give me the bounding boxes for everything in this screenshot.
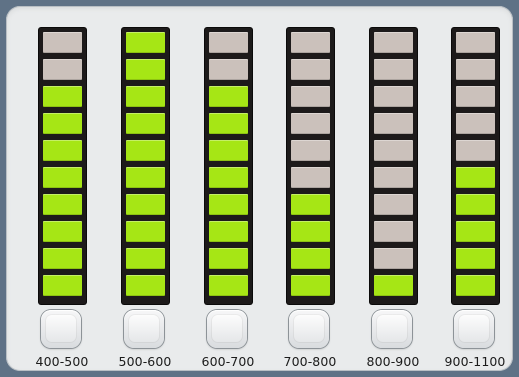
channel-label: 800-900 [366,354,420,369]
meter-segment-lit [43,275,82,296]
meter-segment-unlit [374,167,413,188]
meter-segment-lit [43,86,82,107]
meter-segment-lit [126,221,165,242]
meter-segment-lit [209,275,248,296]
meter-segment-unlit [456,59,495,80]
meter-segment-lit [43,140,82,161]
meter-segment-lit [126,167,165,188]
meter-segment-lit [456,275,495,296]
meter-segment-lit [126,275,165,296]
meter-segment-unlit [456,86,495,107]
meter-segment-lit [126,113,165,134]
channel-label: 600-700 [201,354,255,369]
channel-400-500: 400-500 [23,12,101,371]
channel-label: 700-800 [283,354,337,369]
meter-segment-unlit [43,32,82,53]
meter-segment-lit [43,194,82,215]
meter-segment-lit [456,167,495,188]
meter-segment-unlit [374,194,413,215]
meter-segment-unlit [374,59,413,80]
meter-segment-lit [43,113,82,134]
meter-segment-unlit [209,59,248,80]
meter-segment-lit [209,167,248,188]
channel-label: 500-600 [118,354,172,369]
meter-segment-lit [209,140,248,161]
meter-segment-unlit [374,113,413,134]
level-meter [122,28,169,304]
meter-segment-lit [291,194,330,215]
meter-segment-lit [291,221,330,242]
level-meter [205,28,252,304]
meter-segment-unlit [291,32,330,53]
meter-segment-lit [456,221,495,242]
meter-segment-lit [209,194,248,215]
channel-button[interactable] [372,310,412,348]
meter-segment-unlit [209,32,248,53]
meter-segment-unlit [374,248,413,269]
meter-segment-lit [374,275,413,296]
meter-segment-lit [43,167,82,188]
level-meter [452,28,499,304]
level-meter [39,28,86,304]
channel-900-1100: 900-1100 [436,12,514,371]
meter-segment-unlit [374,221,413,242]
channel-button[interactable] [454,310,494,348]
meter-segment-unlit [291,113,330,134]
meter-segment-unlit [291,86,330,107]
meter-segment-lit [456,248,495,269]
meter-segment-unlit [456,32,495,53]
channel-600-700: 600-700 [189,12,267,371]
channel-button[interactable] [207,310,247,348]
meter-segment-lit [291,275,330,296]
meter-segment-lit [291,248,330,269]
meter-segment-lit [126,86,165,107]
meter-segment-lit [209,86,248,107]
meter-segment-lit [43,221,82,242]
channel-label: 900-1100 [444,354,506,369]
channel-700-800: 700-800 [271,12,349,371]
meter-segment-unlit [456,140,495,161]
channel-500-600: 500-600 [106,12,184,371]
meter-segment-unlit [374,32,413,53]
meter-segment-unlit [43,59,82,80]
meter-segment-lit [126,140,165,161]
meter-segment-lit [456,194,495,215]
meter-segment-unlit [291,167,330,188]
meter-segment-lit [126,248,165,269]
meter-segment-lit [209,221,248,242]
meter-segment-lit [126,194,165,215]
meter-segment-unlit [291,140,330,161]
equalizer-panel: 400-500 500-600 600-700 700-800 800-900 900-1… [6,6,513,371]
meter-segment-lit [43,248,82,269]
meter-segment-unlit [374,86,413,107]
channel-button[interactable] [289,310,329,348]
meter-segment-unlit [291,59,330,80]
meter-segment-lit [126,59,165,80]
meter-segment-lit [209,248,248,269]
meter-segment-unlit [374,140,413,161]
channel-button[interactable] [124,310,164,348]
channel-800-900: 800-900 [354,12,432,371]
level-meter [370,28,417,304]
channel-label: 400-500 [35,354,89,369]
channel-button[interactable] [41,310,81,348]
meter-segment-unlit [456,113,495,134]
meter-segment-lit [126,32,165,53]
level-meter [287,28,334,304]
meter-segment-lit [209,113,248,134]
